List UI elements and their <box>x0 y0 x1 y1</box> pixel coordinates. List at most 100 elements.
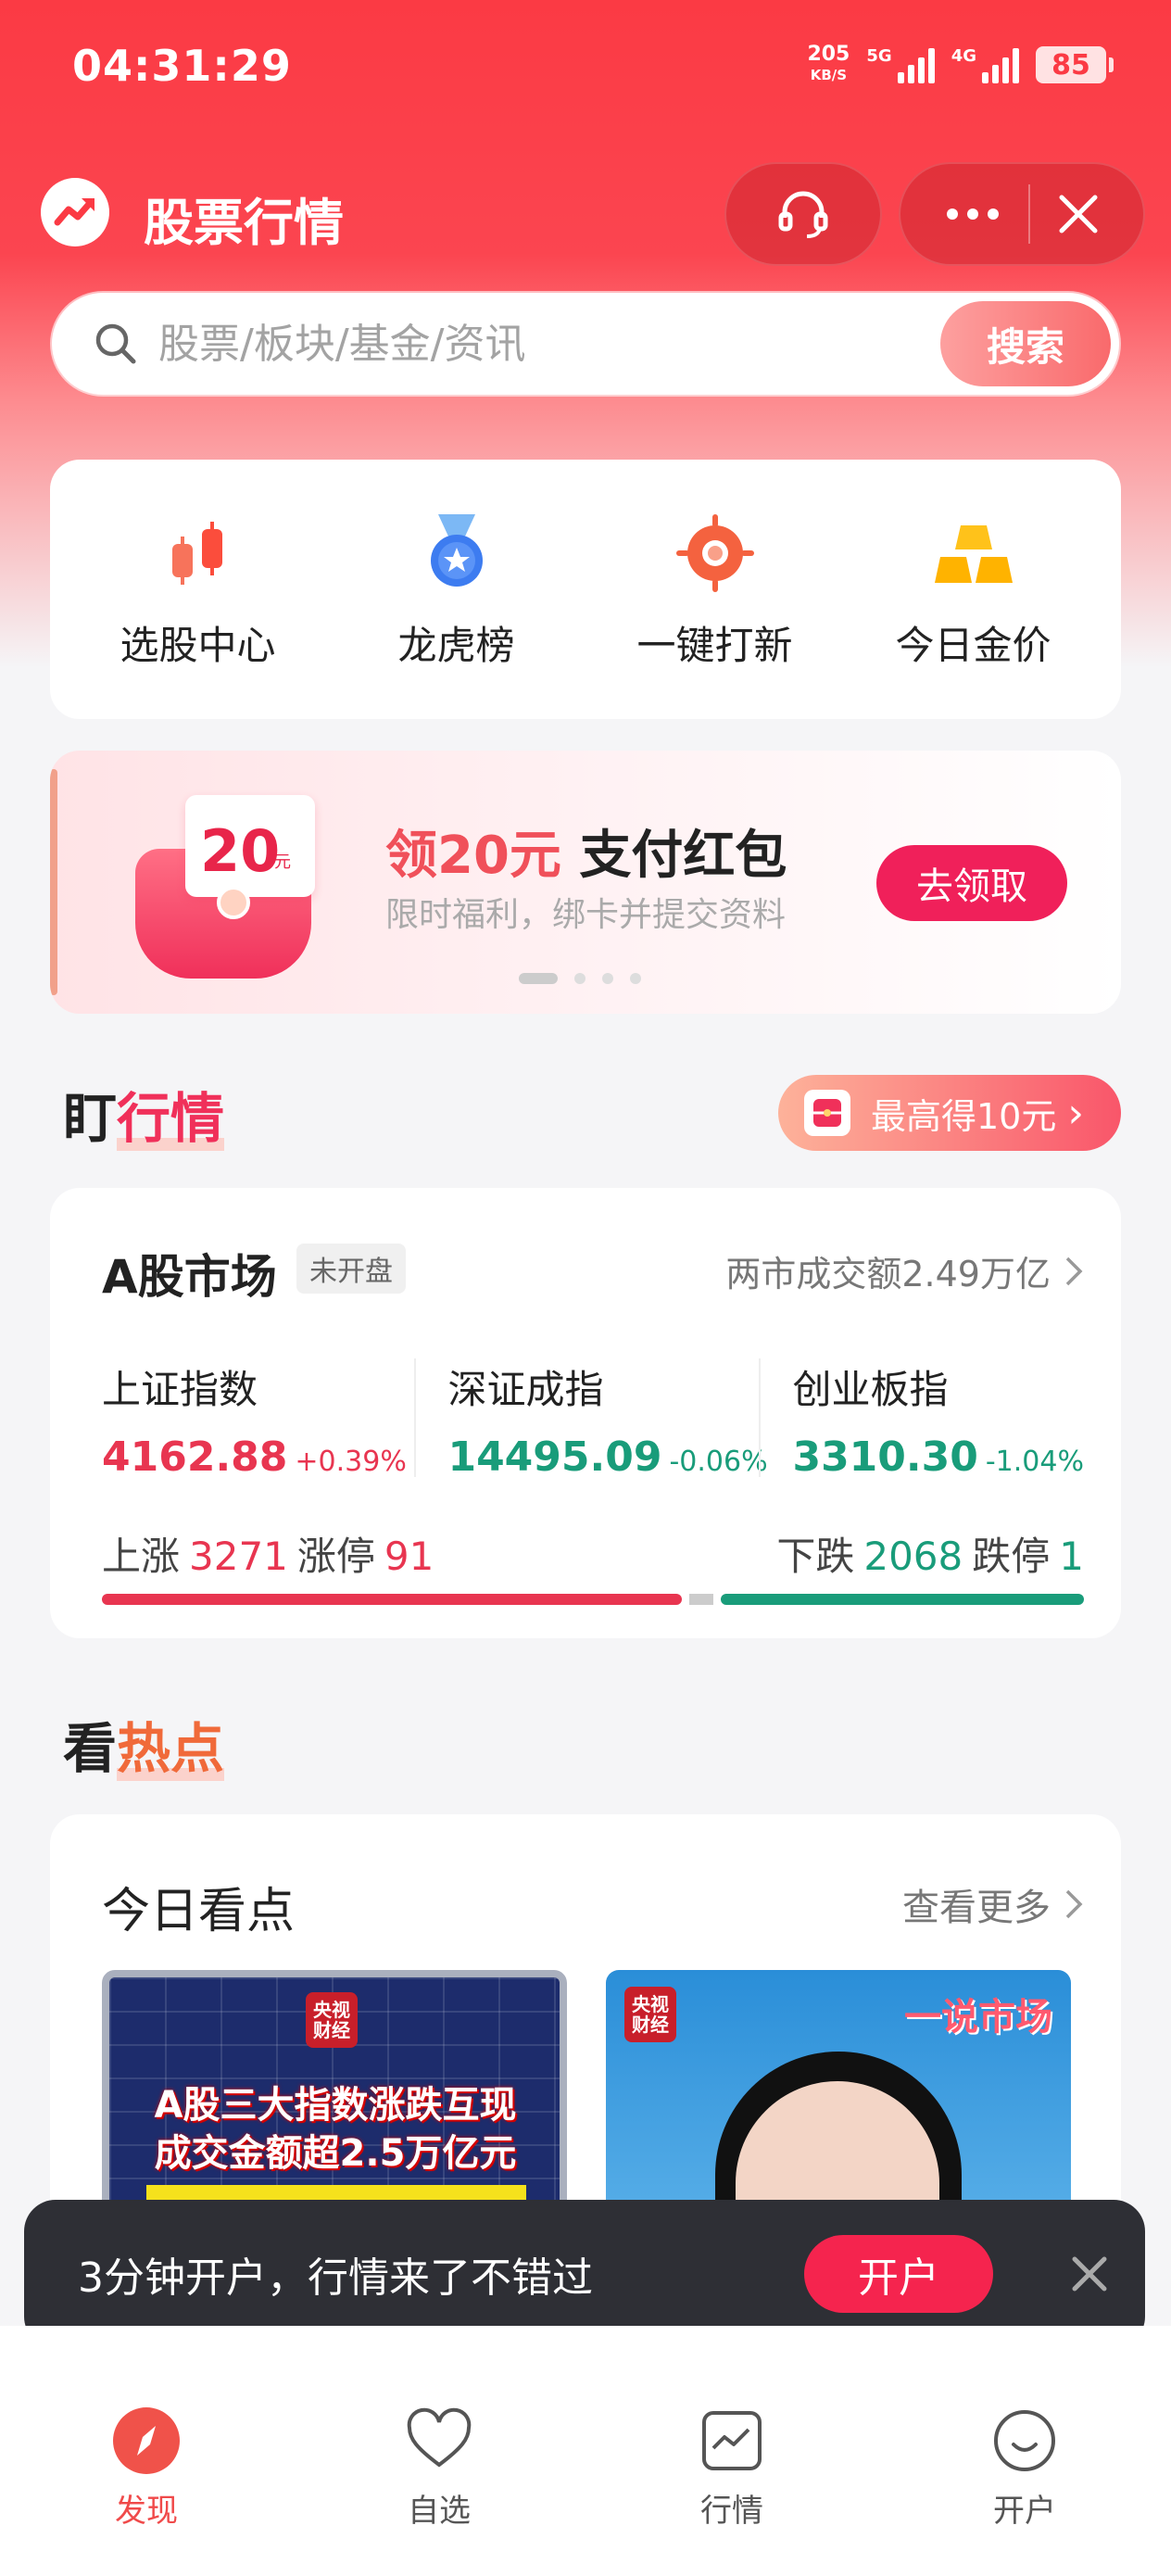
close-icon[interactable] <box>1056 192 1101 236</box>
turnover-link[interactable]: 两市成交额2.49万亿 <box>725 1245 1084 1296</box>
breadth-down: 下跌 2068 跌停 1 <box>776 1525 1084 1582</box>
limit-up-count: 91 <box>384 1534 434 1579</box>
hot-section-title-plain: 看 <box>63 1717 118 1780</box>
limit-down-count: 1 <box>1059 1534 1084 1579</box>
market-status-badge: 未开盘 <box>296 1244 406 1294</box>
bottom-tab-bar: 发现 自选 行情 开户 <box>0 2326 1171 2576</box>
signal-4g-icon: 4G <box>951 46 1019 83</box>
index-name: 创业板指 <box>792 1367 949 1412</box>
quick-link-gold-price[interactable]: 今日金价 <box>853 509 1094 671</box>
quick-link-label: 今日金价 <box>895 622 1051 668</box>
banner-edge <box>50 769 57 995</box>
index-name: 上证指数 <box>102 1367 258 1412</box>
open-account-button[interactable]: 开户 <box>804 2235 993 2313</box>
battery-level: 85 <box>1051 48 1090 82</box>
carousel-dot <box>602 973 613 984</box>
tab-label: 自选 <box>408 2493 471 2530</box>
claim-button[interactable]: 去领取 <box>876 845 1067 921</box>
quick-link-dragon-tiger[interactable]: 龙虎榜 <box>336 509 577 671</box>
status-time: 04:31:29 <box>72 41 292 91</box>
carousel-dots <box>519 973 641 984</box>
index-name: 深证成指 <box>447 1367 604 1412</box>
close-icon[interactable] <box>1067 2252 1112 2296</box>
index-value: 4162.88 <box>102 1433 288 1481</box>
heart-icon <box>404 2406 474 2476</box>
index-change: +0.39% <box>295 1446 407 1478</box>
status-indicators: 205 KB/S 5G 4G 85 <box>807 44 1114 85</box>
hot-section-title-highlight: 热点 <box>117 1705 225 1783</box>
market-breadth: 上涨 3271 涨停 91 下跌 2068 跌停 1 <box>102 1525 1084 1582</box>
quick-link-stock-picker[interactable]: 选股中心 <box>78 509 319 671</box>
medal-icon <box>430 513 483 587</box>
highlights-title: 今日看点 <box>102 1884 296 1939</box>
index-chinext[interactable]: 创业板指 3310.30 -1.04% <box>759 1358 1084 1481</box>
market-title: A股市场 <box>102 1250 277 1304</box>
quick-link-ipo-subscribe[interactable]: 一键打新 <box>595 509 836 671</box>
down-count: 2068 <box>863 1534 963 1579</box>
breadth-bar-flat <box>689 1594 714 1605</box>
signal-5g-icon: 5G <box>866 46 935 83</box>
chevron-right-icon <box>1065 1256 1083 1285</box>
gold-bars-icon <box>934 524 1013 583</box>
limit-down-label: 跌停 <box>972 1534 1051 1579</box>
tab-label: 发现 <box>115 2493 178 2530</box>
limit-up-label: 涨停 <box>296 1534 375 1579</box>
chevron-right-icon <box>1065 1889 1083 1919</box>
index-sse[interactable]: 上证指数 4162.88 +0.39% <box>102 1358 414 1481</box>
quick-link-label: 龙虎榜 <box>397 622 515 668</box>
carousel-dot <box>630 973 641 984</box>
breadth-bar <box>102 1594 1084 1605</box>
quick-link-label: 选股中心 <box>120 622 276 668</box>
carousel-dot <box>574 973 586 984</box>
quick-links-card: 选股中心 龙虎榜 一键打新 今日金价 <box>50 460 1121 719</box>
index-value: 14495.09 <box>447 1433 662 1481</box>
banner-headline: 领20元 支付红包 <box>385 814 787 889</box>
view-more-text: 查看更多 <box>902 1887 1051 1929</box>
index-value: 3310.30 <box>792 1433 978 1481</box>
network-speed-unit: KB/S <box>810 67 848 83</box>
toast-text: 3分钟开户，行情来了不错过 <box>78 2254 593 2302</box>
news-headline-line2: 成交金额超2.5万亿元 <box>154 2132 517 2175</box>
red-envelope-icon: 20 元 <box>115 784 346 988</box>
search-bar: 搜索 <box>52 293 1119 395</box>
promo-banner[interactable]: 20 元 领20元 支付红包 限时福利，绑卡并提交资料 去领取 <box>50 751 1121 1014</box>
capsule-divider <box>1028 184 1030 244</box>
tab-open-account[interactable]: 开户 <box>932 2406 1117 2576</box>
more-dots-icon[interactable] <box>943 205 1002 223</box>
customer-support-button[interactable] <box>724 162 882 266</box>
tab-label: 行情 <box>700 2493 763 2530</box>
compass-icon <box>111 2406 182 2476</box>
reward-pill-button[interactable]: 最高得10元 › <box>778 1075 1121 1151</box>
coupon-unit: 元 <box>274 852 291 872</box>
program-logo: 一说市场 <box>904 1996 1052 2039</box>
banner-subtitle: 限时福利，绑卡并提交资料 <box>385 896 787 934</box>
down-label: 下跌 <box>776 1534 855 1579</box>
smile-icon <box>989 2406 1060 2476</box>
a-share-market-card[interactable]: A股市场 未开盘 两市成交额2.49万亿 上证指数 4162.88 +0.39% … <box>50 1188 1121 1638</box>
gift-icon <box>804 1090 850 1136</box>
news-headline-line1: A股三大指数涨跌互现 <box>154 2084 517 2127</box>
app-logo-icon <box>41 178 109 246</box>
coupon-amount: 20 <box>200 817 281 885</box>
cctv-finance-logo: 央视财经 <box>624 1987 676 2042</box>
news-headline: A股三大指数涨跌互现 成交金额超2.5万亿元 <box>122 2081 548 2178</box>
view-more-link[interactable]: 查看更多 <box>902 1877 1084 1931</box>
tab-market[interactable]: 行情 <box>639 2406 825 2576</box>
search-icon <box>95 323 136 364</box>
reward-label: 最高得10元 <box>871 1095 1057 1137</box>
market-section-title-plain: 盯 <box>63 1087 118 1150</box>
index-szse[interactable]: 深证成指 14495.09 -0.06% <box>414 1358 768 1481</box>
candlestick-icon <box>171 521 222 585</box>
search-input[interactable] <box>158 320 918 368</box>
quick-link-label: 一键打新 <box>636 622 793 668</box>
index-change: -1.04% <box>985 1446 1084 1478</box>
search-button[interactable]: 搜索 <box>940 301 1111 386</box>
banner-headline-text: 支付红包 <box>560 826 787 886</box>
tab-watchlist[interactable]: 自选 <box>346 2406 532 2576</box>
tab-discover[interactable]: 发现 <box>54 2406 239 2576</box>
cctv-finance-logo: 央视财经 <box>306 1992 358 2048</box>
index-value-row: 3310.30 -1.04% <box>792 1433 1084 1481</box>
signal-4g-label: 4G <box>951 46 976 66</box>
battery-icon: 85 <box>1036 46 1114 83</box>
tab-label: 开户 <box>993 2493 1056 2530</box>
